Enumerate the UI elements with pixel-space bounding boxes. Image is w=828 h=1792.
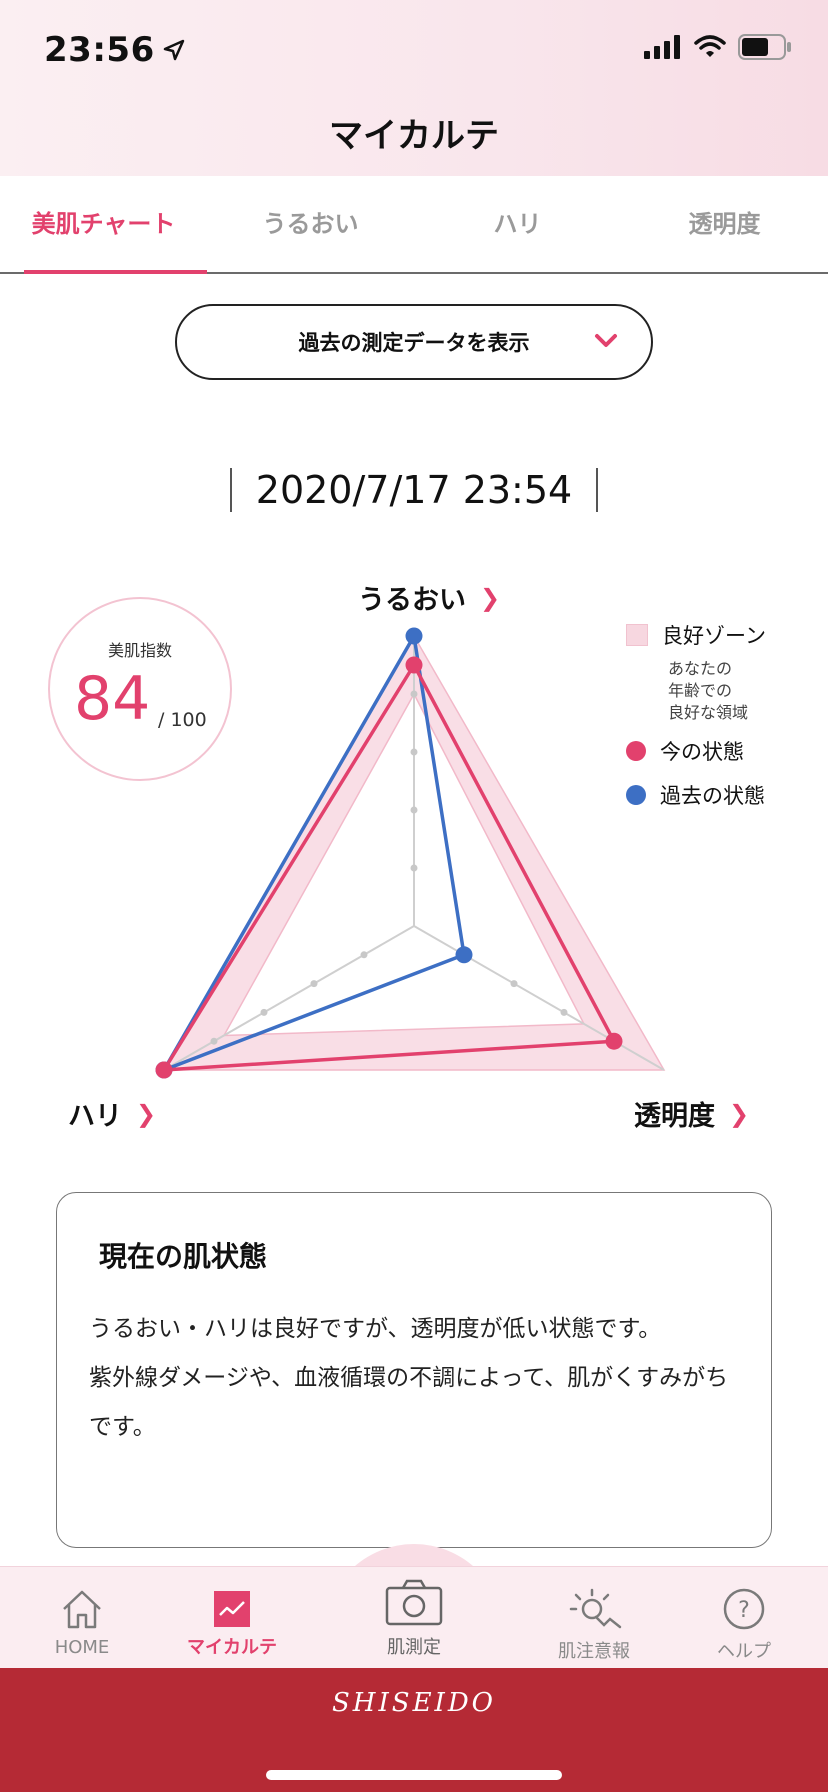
legend-zone-description: あなたの 年齢での 良好な領域 (668, 659, 749, 722)
status-bar-icons (644, 34, 792, 60)
legend-past: 過去の状態 (626, 780, 766, 810)
app-header: 23:56 マイカルテ (0, 0, 828, 176)
series-point-current (155, 1061, 173, 1079)
legend-past-dot (626, 785, 646, 805)
axis-link-uruoi[interactable]: うるおい ❯ (358, 578, 500, 617)
show-past-data-button[interactable]: 過去の測定データを表示 (175, 304, 653, 380)
skin-status-text: うるおい・ハリは良好ですが、透明度が低い状態です。 紫外線ダメージや、血液循環の… (89, 1316, 729, 1440)
radar-tick-dot (260, 1008, 268, 1016)
nav-my-karte[interactable]: マイカルテ (172, 1567, 292, 1659)
wifi-icon (694, 35, 726, 57)
nav-help[interactable]: ? ヘルプ (684, 1567, 804, 1663)
radar-tick-dot (410, 806, 418, 814)
brand-logo: SHISEIDO (332, 1688, 496, 1718)
chevron-right-icon: ❯ (729, 1099, 750, 1128)
legend-zone-swatch (626, 624, 648, 646)
radar-tick-dot (410, 864, 418, 872)
axis-label-hari: ハリ (68, 1101, 122, 1132)
legend-current: 今の状態 (626, 736, 766, 766)
page-title: マイカルテ (329, 116, 499, 156)
chart-legend: 良好ゾーン あなたの 年齢での 良好な領域 今の状態 過去の状態 (626, 620, 766, 824)
tab-uruoi[interactable]: うるおい (207, 176, 414, 272)
radar-tick-dot (210, 1037, 218, 1045)
chevron-right-icon: ❯ (480, 583, 501, 612)
nav-skin-measure[interactable]: 肌測定 (354, 1567, 474, 1659)
radar-tick-dot (560, 1008, 568, 1016)
radar-tick-dot (410, 690, 418, 698)
tab-bar: 美肌チャート うるおい ハリ 透明度 (0, 176, 828, 274)
radar-tick-dot (360, 951, 368, 959)
brand-footer: SHISEIDO (0, 1668, 828, 1792)
series-point-past (455, 946, 473, 964)
tab-bihada-chart[interactable]: 美肌チャート (0, 176, 207, 274)
measurement-datetime: 2020/7/17 23:54 (230, 468, 598, 512)
legend-current-dot (626, 741, 646, 761)
radar-tick-dot (310, 980, 318, 988)
legend-good-zone: 良好ゾーン (626, 620, 766, 650)
nav-skin-alert[interactable]: 肌注意報 (534, 1567, 654, 1663)
beauty-index-badge: 美肌指数 84 / 100 (48, 597, 232, 781)
radar-tick-dot (410, 748, 418, 756)
series-point-past (405, 627, 423, 645)
axis-label-uruoi: うるおい (358, 585, 466, 616)
chevron-right-icon: ❯ (136, 1099, 157, 1128)
radar-tick-dot (510, 980, 518, 988)
beauty-index-max: / 100 (158, 709, 207, 731)
beauty-index-value: 84 (74, 664, 151, 734)
home-indicator[interactable] (266, 1770, 562, 1780)
chart-icon (214, 1591, 250, 1627)
bottom-navigation: HOME マイカルテ 肌測定 肌注意報 ? ヘルプ (0, 1566, 828, 1668)
chevron-down-icon (595, 334, 617, 347)
series-point-current (605, 1032, 623, 1050)
axis-link-toumeido[interactable]: 透明度 ❯ (634, 1094, 749, 1133)
sun-alert-icon (569, 1588, 622, 1629)
show-past-data-label: 過去の測定データを表示 (298, 331, 530, 355)
svg-text:?: ? (738, 1598, 750, 1623)
nav-home[interactable]: HOME (22, 1567, 142, 1658)
axis-label-toumeido: 透明度 (634, 1101, 715, 1132)
cellular-signal-icon (644, 35, 680, 59)
series-point-current (405, 656, 423, 674)
skin-status-card: 現在の肌状態 うるおい・ハリは良好ですが、透明度が低い状態です。 紫外線ダメージ… (56, 1192, 772, 1548)
camera-icon (385, 1579, 443, 1626)
help-icon: ? (723, 1588, 765, 1630)
battery-icon (738, 34, 791, 60)
skin-status-title: 現在の肌状態 (99, 1240, 268, 1273)
beauty-index-label: 美肌指数 (107, 641, 172, 660)
location-arrow-icon (163, 39, 184, 61)
tab-hari[interactable]: ハリ (414, 176, 621, 272)
axis-link-hari[interactable]: ハリ ❯ (68, 1094, 156, 1133)
home-icon (63, 1590, 101, 1629)
status-bar-time: 23:56 (44, 30, 185, 70)
tab-toumeido[interactable]: 透明度 (621, 176, 828, 272)
